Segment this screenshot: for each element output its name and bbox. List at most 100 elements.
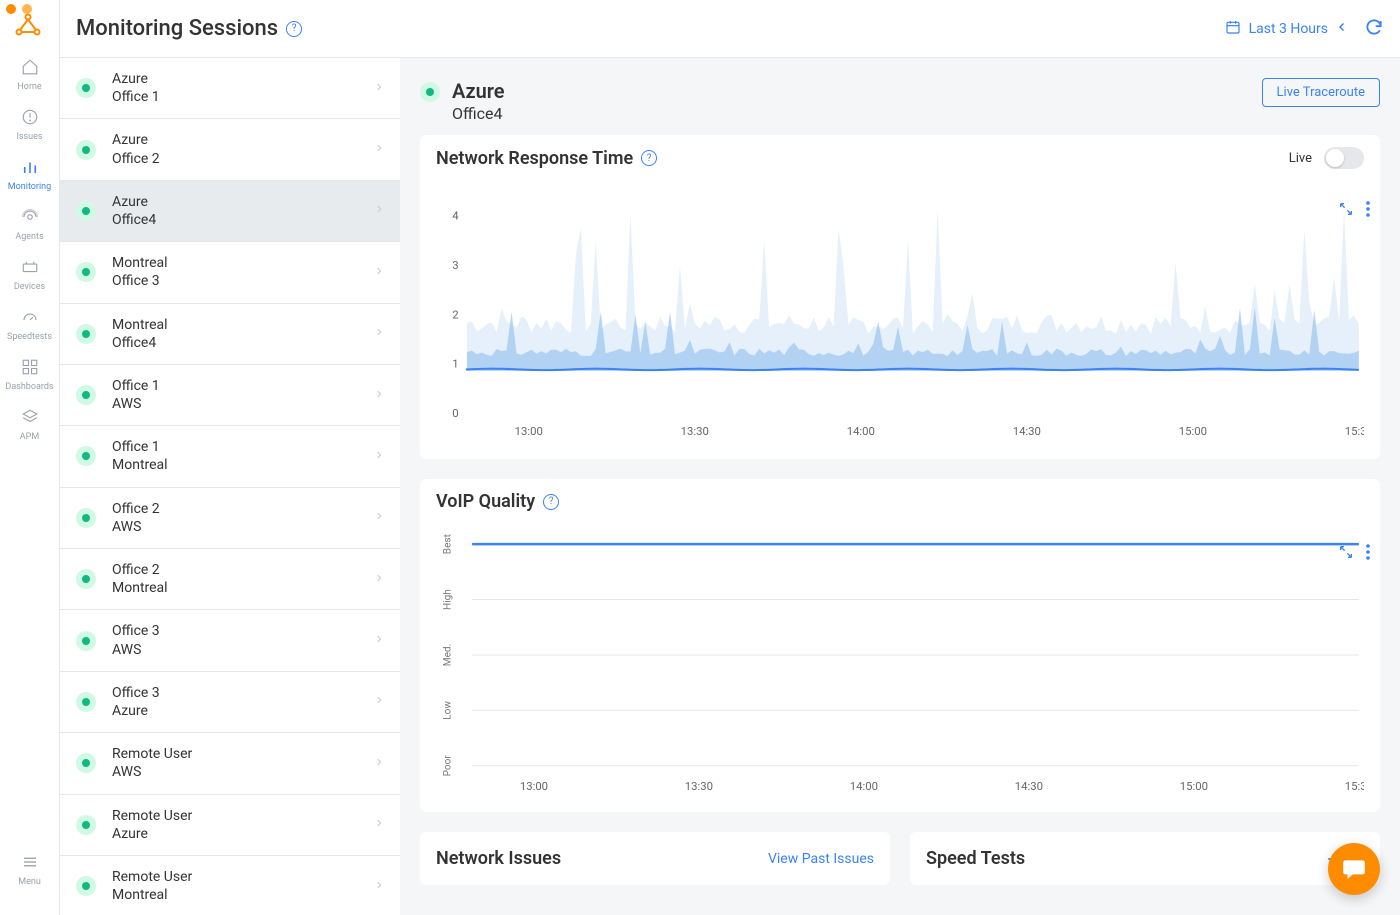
devices-icon [21,258,39,280]
nav-label: Menu [18,877,41,887]
nav-devices[interactable]: Devices [0,250,59,300]
nav-speedtests[interactable]: Speedtests [0,300,59,350]
session-line1: Montreal [112,316,374,334]
chevron-right-icon [374,201,384,220]
calendar-icon [1225,19,1241,39]
session-line1: Office 1 [112,377,374,395]
nav-home[interactable]: Home [0,50,59,100]
live-traceroute-button[interactable]: Live Traceroute [1262,78,1380,107]
nav-dashboards[interactable]: Dashboards [0,350,59,400]
session-item[interactable]: Office 3AWS [60,610,400,671]
session-item[interactable]: AzureOffice 2 [60,119,400,180]
session-item[interactable]: Office 1AWS [60,365,400,426]
session-item[interactable]: Office 2AWS [60,488,400,549]
status-indicator [76,631,96,651]
nav-label: Home [17,82,41,92]
detail-header: Azure Office4 Live Traceroute [420,74,1380,135]
bottom-panels: Network Issues View Past Issues Speed Te… [420,832,1380,885]
status-indicator [76,324,96,344]
session-item[interactable]: MontrealOffice4 [60,304,400,365]
nav-menu[interactable]: Menu [18,845,41,895]
session-line1: Remote User [112,868,374,886]
left-nav: Home Issues Monitoring Agents Devices Sp… [0,0,60,915]
detail-subtitle: Office4 [452,104,505,123]
chevron-right-icon [374,631,384,650]
session-item[interactable]: Office 2Montreal [60,549,400,610]
nav-monitoring[interactable]: Monitoring [0,150,59,200]
session-item[interactable]: Remote UserAWS [60,733,400,794]
chevron-right-icon [374,263,384,282]
nav-label: APM [20,432,39,442]
window-min-icon[interactable] [22,4,32,14]
session-line2: Office4 [112,334,374,352]
help-icon[interactable]: ? [641,150,657,166]
main-content: Azure Office4 Live Traceroute Network Re… [400,58,1400,915]
session-item[interactable]: Remote UserAzure [60,795,400,856]
app-logo-icon[interactable] [14,12,42,44]
session-line2: Montreal [112,886,374,904]
svg-text:4: 4 [452,210,459,223]
status-indicator [76,753,96,773]
live-toggle[interactable] [1324,147,1364,169]
chevron-right-icon [374,447,384,466]
session-line2: Azure [112,702,374,720]
chevron-right-icon [374,570,384,589]
session-line1: Remote User [112,745,374,763]
session-item[interactable]: MontrealOffice 3 [60,242,400,303]
nav-agents[interactable]: Agents [0,200,59,250]
status-indicator [76,876,96,896]
session-line2: Montreal [112,456,374,474]
session-line1: Azure [112,193,374,211]
session-line1: Office 2 [112,500,374,518]
window-close-icon[interactable] [6,4,16,14]
hamburger-icon [21,853,39,875]
svg-text:3: 3 [452,259,458,272]
chart-title: Network Response Time [436,148,633,169]
session-list: AzureOffice 1AzureOffice 2AzureOffice4Mo… [60,58,400,915]
help-icon[interactable]: ? [543,494,559,510]
time-range-selector[interactable]: Last 3 Hours [1225,19,1348,39]
session-item[interactable]: Remote UserMontreal [60,856,400,915]
bars-icon [21,158,39,180]
alert-icon [21,108,39,130]
chevron-right-icon [374,324,384,343]
svg-text:Low: Low [442,701,453,720]
time-range-label: Last 3 Hours [1249,21,1328,37]
nav-issues[interactable]: Issues [0,100,59,150]
session-item[interactable]: AzureOffice4 [60,181,400,242]
session-item[interactable]: Office 1Montreal [60,426,400,487]
session-line1: Azure [112,70,374,88]
svg-text:15:00: 15:00 [1180,780,1208,793]
session-line2: Office4 [112,211,374,229]
status-indicator [76,569,96,589]
status-indicator [76,446,96,466]
layers-icon [21,408,39,430]
status-indicator [76,140,96,160]
chart-plot[interactable]: 01234 13:0013:3014:0014:3015:0015:30 [436,181,1364,443]
svg-text:14:00: 14:00 [847,425,875,438]
chevron-right-icon [374,508,384,527]
svg-text:14:00: 14:00 [850,780,878,793]
live-toggle-label: Live [1289,151,1312,166]
session-line1: Office 1 [112,438,374,456]
view-past-issues-link[interactable]: View Past Issues [768,851,874,867]
nav-label: Monitoring [8,182,51,192]
dashboard-icon [21,358,39,380]
chat-button[interactable] [1328,843,1380,895]
svg-text:13:30: 13:30 [685,780,713,793]
chart-plot[interactable]: BestHighMed.LowPoor 13:0013:3014:0014:30… [436,524,1364,796]
chevron-right-icon [374,877,384,896]
chevron-right-icon [374,815,384,834]
help-icon[interactable]: ? [286,21,302,37]
panel-network-issues: Network Issues View Past Issues [420,832,890,885]
session-line2: AWS [112,641,374,659]
session-item[interactable]: AzureOffice 1 [60,58,400,119]
nav-label: Devices [14,282,45,292]
svg-text:Best: Best [442,534,453,554]
session-item[interactable]: Office 3Azure [60,672,400,733]
status-indicator [420,82,440,102]
status-indicator [76,385,96,405]
nav-apm[interactable]: APM [0,400,59,450]
refresh-button[interactable] [1364,17,1384,41]
session-line1: Azure [112,131,374,149]
